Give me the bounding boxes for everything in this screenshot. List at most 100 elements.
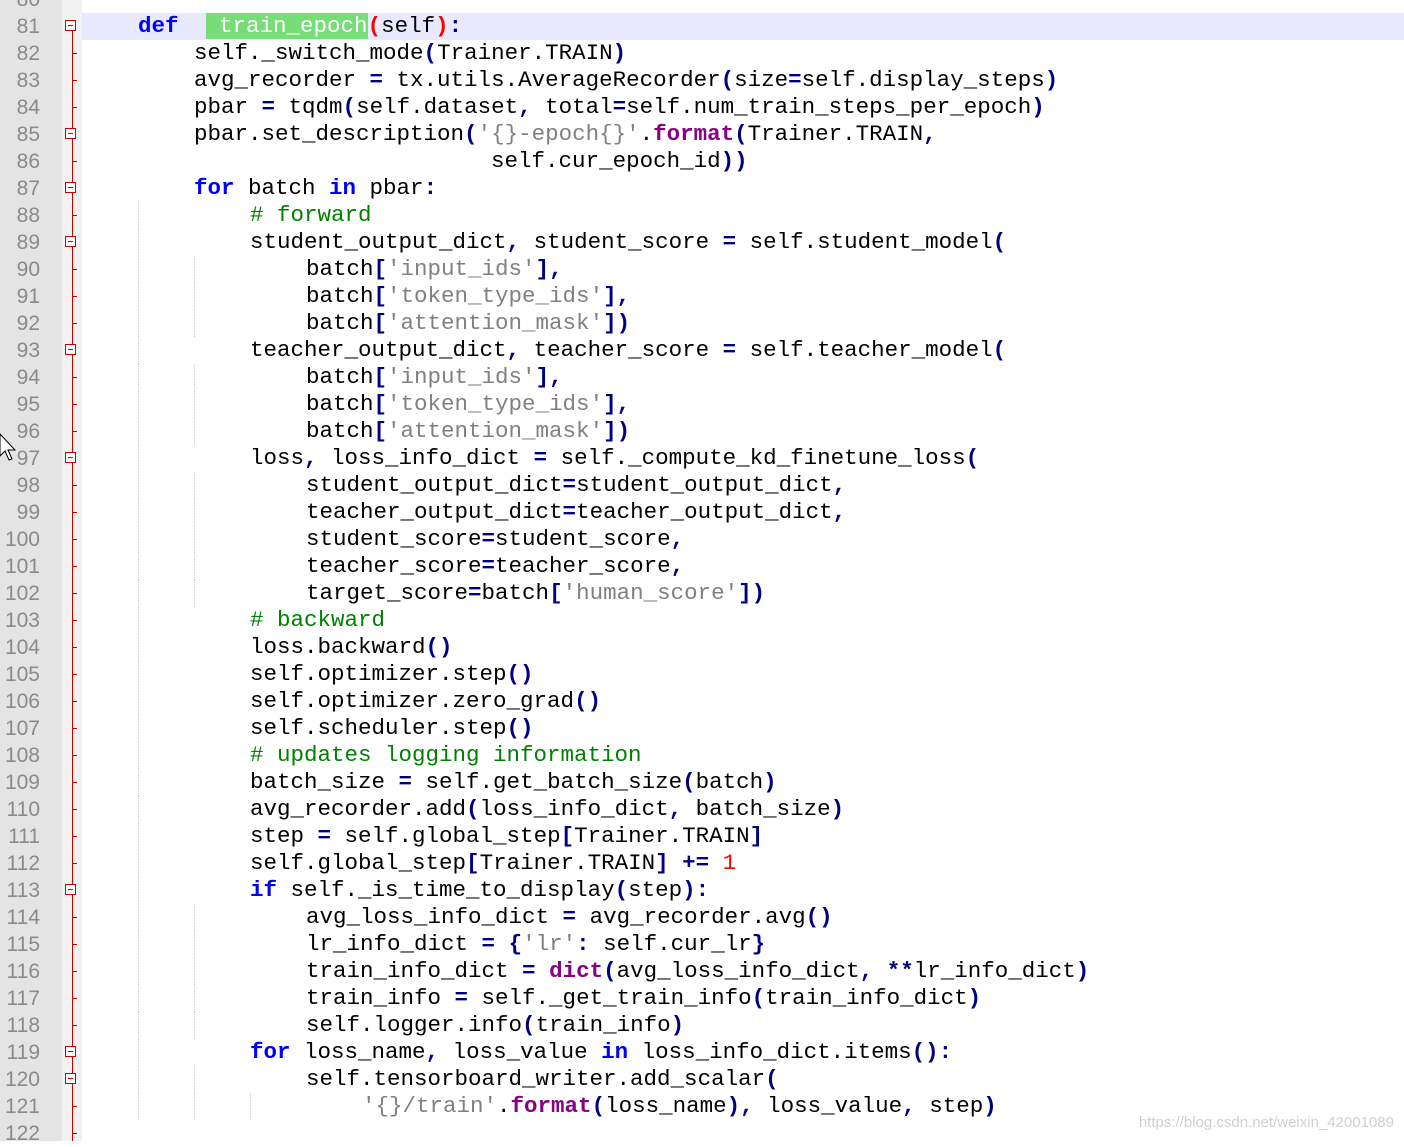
code-token: loss_name	[605, 1093, 727, 1119]
fold-toggle-icon[interactable]	[65, 182, 76, 193]
code-line[interactable]: 99 teacher_output_dict=teacher_output_dic…	[17, 499, 1404, 526]
fold-tick	[72, 620, 77, 621]
code-line[interactable]: 109 batch_size = self.get_batch_size(batc…	[5, 769, 1404, 796]
fold-tick	[72, 863, 77, 864]
code-token: (	[423, 40, 438, 66]
code-line[interactable]: 101 teacher_score=teacher_score,	[5, 553, 1404, 580]
code-line[interactable]: 97 loss, loss_info_dict = self._compute_k…	[17, 445, 1404, 472]
line-number: 101	[4, 555, 40, 578]
code-token: batch	[695, 769, 764, 795]
keyword-token: in	[601, 1039, 629, 1065]
code-line[interactable]: 80	[17, 0, 1404, 13]
code-text: batch['attention_mask'])	[306, 310, 630, 337]
fold-toggle-icon[interactable]	[65, 344, 76, 355]
line-number: 120	[4, 1068, 40, 1091]
code-token: student_output_dict	[250, 229, 507, 255]
code-token: batch_size	[250, 769, 399, 795]
code-token: ()	[425, 634, 453, 660]
code-token: loss_name	[290, 1039, 426, 1065]
code-line[interactable]: 120 self.tensorboard_writer.add_scalar(	[5, 1066, 1404, 1093]
code-text: self.logger.info(train_info)	[306, 1012, 684, 1039]
line-number: 81	[16, 15, 40, 38]
line-number: 84	[16, 96, 40, 119]
code-token: self._compute_kd_finetune_loss	[547, 445, 966, 471]
code-line[interactable]: 93 teacher_output_dict, teacher_score = s…	[17, 337, 1404, 364]
code-line[interactable]: 87 for batch in pbar:	[17, 175, 1404, 202]
code-line[interactable]: 86 self.cur_epoch_id))	[17, 148, 1404, 175]
line-number: 87	[16, 177, 40, 200]
fold-toggle-icon[interactable]	[65, 236, 76, 247]
code-line[interactable]: 104 loss.backward()	[5, 634, 1404, 661]
fold-toggle-icon[interactable]	[65, 1073, 76, 1084]
code-line[interactable]: 118 self.logger.info(train_info)	[7, 1012, 1404, 1039]
code-token: self._switch_mode	[194, 40, 424, 66]
code-token: loss_info_dict	[479, 796, 669, 822]
code-line[interactable]: 84 pbar = tqdm(self.dataset, total=self.n…	[17, 94, 1404, 121]
code-text: self.optimizer.zero_grad()	[250, 688, 601, 715]
code-token: teacher_score	[520, 337, 723, 363]
code-token: self.global_step	[331, 823, 561, 849]
fold-tick	[72, 53, 77, 54]
code-line[interactable]: 85 pbar.set_description('{}-epoch{}'.form…	[17, 121, 1404, 148]
code-line[interactable]: 112 self.global_step[Trainer.TRAIN] += 1	[7, 850, 1404, 877]
code-line[interactable]: 106 self.optimizer.zero_grad()	[5, 688, 1404, 715]
code-token: ()	[506, 661, 534, 687]
code-token: (	[965, 445, 980, 471]
code-line[interactable]: 88 # forward	[17, 202, 1404, 229]
fold-toggle-icon[interactable]	[65, 20, 76, 31]
indent-guide	[194, 391, 195, 418]
code-line[interactable]: 102 target_score=batch['human_score'])	[5, 580, 1404, 607]
fold-toggle-icon[interactable]	[65, 128, 76, 139]
code-line[interactable]: 103 # backward	[5, 607, 1404, 634]
code-line[interactable]: 89 student_output_dict, student_score = s…	[17, 229, 1404, 256]
code-line[interactable]: 100 student_score=student_score,	[5, 526, 1404, 553]
code-line[interactable]: 105 self.optimizer.step()	[5, 661, 1404, 688]
indent-guide	[194, 1066, 195, 1093]
fold-toggle-icon[interactable]	[65, 1046, 76, 1057]
code-line[interactable]: 96 batch['attention_mask'])	[17, 418, 1404, 445]
code-line[interactable]: 98 student_output_dict=student_output_dic…	[17, 472, 1404, 499]
code-line[interactable]: 107 self.scheduler.step()	[5, 715, 1404, 742]
code-token: total	[531, 94, 613, 120]
code-line[interactable]: 90 batch['input_ids'],	[17, 256, 1404, 283]
fold-tick	[72, 728, 77, 729]
code-line[interactable]: 95 batch['token_type_ids'],	[17, 391, 1404, 418]
code-line[interactable]: 115 lr_info_dict = {'lr': self.cur_lr}	[7, 931, 1404, 958]
code-token: self.num_train_steps_per_epoch	[626, 94, 1032, 120]
code-editor[interactable]: 8081def train_epoch(self):82self._switch…	[0, 0, 1404, 1145]
fold-toggle-icon[interactable]	[65, 884, 76, 895]
line-number: 90	[16, 258, 40, 281]
code-line[interactable]: 81 def train_epoch(self):	[17, 13, 1404, 40]
code-line[interactable]: 119 for loss_name, loss_value in loss_inf…	[7, 1039, 1404, 1066]
indent-guide	[194, 310, 195, 337]
code-line[interactable]: 114 avg_loss_info_dict = avg_recorder.avg…	[7, 904, 1404, 931]
fold-tick	[72, 782, 77, 783]
code-token: Trainer.TRAIN	[437, 40, 613, 66]
code-line[interactable]: 94 batch['input_ids'],	[17, 364, 1404, 391]
code-token: =	[317, 823, 332, 849]
fold-tick	[72, 377, 77, 378]
code-line[interactable]: 117 train_info = self._get_train_info(tra…	[7, 985, 1404, 1012]
code-line[interactable]: 91 batch['token_type_ids'],	[17, 283, 1404, 310]
code-line[interactable]: 116 train_info_dict = dict(avg_loss_info_…	[7, 958, 1404, 985]
fold-tick	[72, 323, 77, 324]
code-text: batch['token_type_ids'],	[306, 391, 630, 418]
line-number: 105	[4, 663, 40, 686]
line-number: 108	[4, 744, 40, 767]
code-line[interactable]: 82 self._switch_mode(Trainer.TRAIN)	[17, 40, 1404, 67]
code-line[interactable]: 110 avg_recorder.add(loss_info_dict, batc…	[7, 796, 1404, 823]
code-token: ,	[923, 121, 937, 147]
code-text: lr_info_dict = {'lr': self.cur_lr}	[306, 931, 765, 958]
indent-guide	[138, 877, 139, 904]
code-line[interactable]: 83 avg_recorder = tx.utils.AverageRecorde…	[17, 67, 1404, 94]
code-line[interactable]: 92 batch['attention_mask'])	[17, 310, 1404, 337]
code-area[interactable]: 8081def train_epoch(self):82self._switch…	[5, 0, 1404, 1145]
code-token: self.teacher_model	[736, 337, 993, 363]
code-line[interactable]: 113 if self._is_time_to_display(step):	[7, 877, 1404, 904]
fold-toggle-icon[interactable]	[65, 452, 76, 463]
string-token: 'input_ids'	[387, 364, 536, 390]
code-line[interactable]: 111 step = self.global_step[Trainer.TRAIN…	[8, 823, 1404, 850]
code-line[interactable]: 108 # updates logging information	[5, 742, 1404, 769]
code-token: =	[369, 67, 384, 93]
